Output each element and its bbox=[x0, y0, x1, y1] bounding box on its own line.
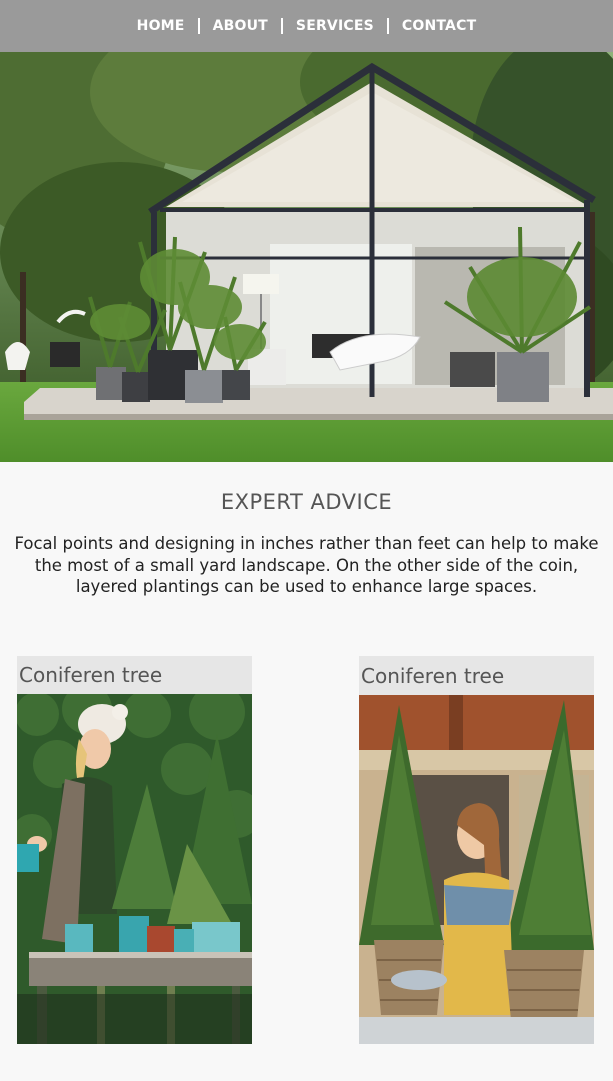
glass-house-illustration bbox=[0, 52, 613, 462]
hero-image bbox=[0, 52, 613, 462]
woman-with-conifers-illustration bbox=[17, 694, 252, 1044]
nav-contact-link[interactable]: CONTACT bbox=[402, 18, 476, 34]
card-title[interactable]: Coniferen tree bbox=[17, 656, 252, 694]
nav-divider bbox=[280, 18, 283, 34]
card-image[interactable] bbox=[359, 695, 594, 1044]
intro-paragraph: Focal points and designing in inches rat… bbox=[14, 534, 599, 596]
nav-about-link[interactable]: ABOUT bbox=[213, 18, 268, 34]
nav-divider bbox=[386, 18, 389, 34]
card-title[interactable]: Coniferen tree bbox=[359, 656, 594, 695]
nav-menu: HOME ABOUT SERVICES CONTACT bbox=[0, 0, 613, 52]
nav-divider bbox=[197, 18, 200, 34]
product-card[interactable]: Coniferen tree bbox=[17, 656, 252, 1044]
woman-with-basket-illustration bbox=[359, 695, 594, 1044]
top-nav: HOME ABOUT SERVICES CONTACT bbox=[0, 0, 613, 52]
product-card[interactable]: Coniferen tree bbox=[359, 656, 594, 1044]
card-image[interactable] bbox=[17, 694, 252, 1044]
nav-services-link[interactable]: SERVICES bbox=[296, 18, 374, 34]
section-heading: EXPERT ADVICE bbox=[220, 490, 393, 514]
nav-home-link[interactable]: HOME bbox=[137, 18, 185, 34]
